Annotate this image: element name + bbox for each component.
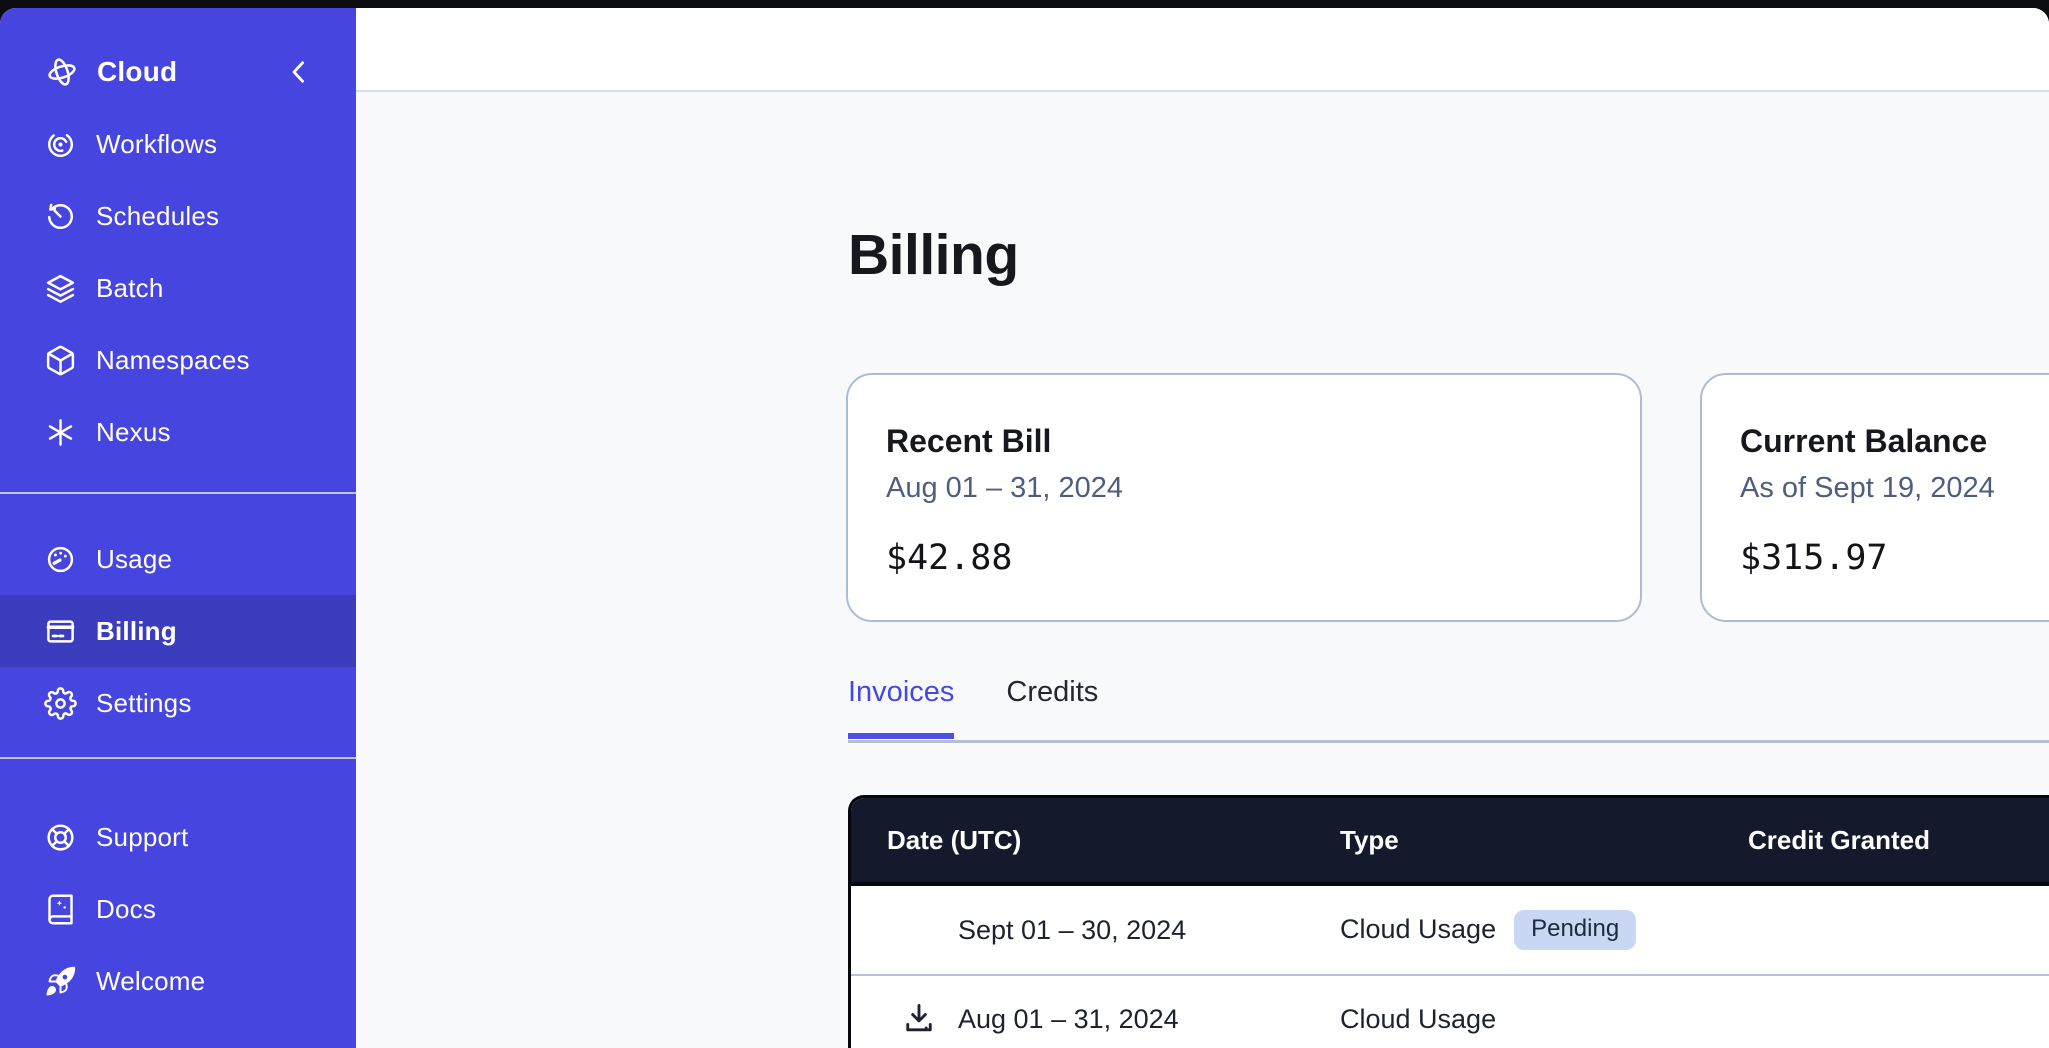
sidebar-item-label: Nexus bbox=[96, 417, 171, 448]
download-invoice-button[interactable] bbox=[900, 1000, 938, 1038]
main-area: Billing Recent Bill Aug 01 – 31, 2024 $4… bbox=[356, 8, 2049, 1048]
tabs-divider bbox=[848, 740, 2049, 743]
sidebar-item-workflows[interactable]: Workflows bbox=[0, 108, 356, 180]
status-badge: Pending bbox=[1514, 910, 1636, 950]
card-amount: $315.97 bbox=[1740, 538, 2049, 578]
welcome-rocket-icon bbox=[44, 965, 77, 998]
download-icon-placeholder bbox=[900, 911, 938, 949]
card-amount: $42.88 bbox=[886, 538, 1602, 578]
sidebar-item-label: Settings bbox=[96, 688, 192, 719]
current-balance-card: Current Balance As of Sept 19, 2024 $315… bbox=[1700, 373, 2049, 622]
sidebar-item-nexus[interactable]: Nexus bbox=[0, 396, 356, 468]
chevron-left-icon bbox=[282, 55, 316, 89]
invoice-date: Sept 01 – 30, 2024 bbox=[958, 915, 1186, 946]
card-title: Current Balance bbox=[1740, 423, 2049, 460]
sidebar-item-label: Docs bbox=[96, 894, 156, 925]
billing-tabs: Invoices Credits bbox=[848, 676, 1098, 739]
sidebar-item-label: Support bbox=[96, 822, 188, 853]
page-title: Billing bbox=[848, 222, 1019, 288]
invoice-type-cell: Cloud Usage bbox=[1340, 1004, 1748, 1035]
temporal-orbit-icon bbox=[44, 54, 80, 90]
namespaces-cube-icon bbox=[44, 344, 77, 377]
invoice-date-cell: Sept 01 – 30, 2024 bbox=[851, 911, 1340, 949]
sidebar: Cloud Workflows bbox=[0, 8, 356, 1048]
sidebar-item-label: Namespaces bbox=[96, 345, 250, 376]
sidebar-item-usage[interactable]: Usage bbox=[0, 523, 356, 595]
invoice-type: Cloud Usage bbox=[1340, 1004, 1496, 1035]
sidebar-item-label: Billing bbox=[96, 616, 177, 647]
invoice-date-cell: Aug 01 – 31, 2024 bbox=[851, 1000, 1340, 1038]
invoice-date: Aug 01 – 31, 2024 bbox=[958, 1004, 1179, 1035]
card-title: Recent Bill bbox=[886, 423, 1602, 460]
sidebar-collapse-button[interactable] bbox=[282, 55, 316, 89]
table-header-row: Date (UTC) Type Credit Granted bbox=[851, 798, 2049, 886]
docs-book-icon bbox=[44, 893, 77, 926]
usage-gauge-icon bbox=[44, 543, 77, 576]
column-header-credit-granted: Credit Granted bbox=[1748, 825, 2049, 856]
recent-bill-card: Recent Bill Aug 01 – 31, 2024 $42.88 bbox=[846, 373, 1642, 622]
sidebar-item-settings[interactable]: Settings bbox=[0, 667, 356, 739]
sidebar-item-label: Batch bbox=[96, 273, 164, 304]
sidebar-divider bbox=[0, 757, 356, 759]
settings-gear-icon bbox=[44, 687, 77, 720]
nexus-asterisk-icon bbox=[44, 416, 77, 449]
card-as-of-date: As of Sept 19, 2024 bbox=[1740, 472, 2049, 505]
sidebar-item-batch[interactable]: Batch bbox=[0, 252, 356, 324]
sidebar-title: Cloud bbox=[97, 56, 282, 88]
sidebar-item-label: Schedules bbox=[96, 201, 219, 232]
sidebar-item-welcome[interactable]: Welcome bbox=[0, 945, 356, 1017]
invoice-type-cell: Cloud Usage Pending bbox=[1340, 910, 1748, 950]
sidebar-item-label: Welcome bbox=[96, 966, 205, 997]
sidebar-item-namespaces[interactable]: Namespaces bbox=[0, 324, 356, 396]
sidebar-item-schedules[interactable]: Schedules bbox=[0, 180, 356, 252]
workflows-spiral-icon bbox=[44, 128, 77, 161]
column-header-type: Type bbox=[1340, 825, 1748, 856]
support-lifebuoy-icon bbox=[44, 821, 77, 854]
tab-invoices[interactable]: Invoices bbox=[848, 676, 954, 739]
billing-card-icon bbox=[44, 615, 77, 648]
top-bar bbox=[356, 8, 2049, 92]
app-window: Cloud Workflows bbox=[0, 8, 2049, 1048]
invoice-type: Cloud Usage bbox=[1340, 914, 1496, 945]
tab-credits[interactable]: Credits bbox=[1006, 676, 1098, 739]
sidebar-header: Cloud bbox=[0, 36, 356, 108]
column-header-date: Date (UTC) bbox=[851, 825, 1340, 856]
invoices-table: Date (UTC) Type Credit Granted Sept 01 –… bbox=[848, 795, 2049, 1048]
schedules-timer-icon bbox=[44, 200, 77, 233]
sidebar-divider bbox=[0, 492, 356, 494]
invoice-row: Sept 01 – 30, 2024 Cloud Usage Pending bbox=[851, 886, 2049, 974]
sidebar-item-docs[interactable]: Docs bbox=[0, 873, 356, 945]
sidebar-item-label: Workflows bbox=[96, 129, 217, 160]
sidebar-item-support[interactable]: Support bbox=[0, 801, 356, 873]
billing-page: Billing Recent Bill Aug 01 – 31, 2024 $4… bbox=[356, 92, 2049, 1048]
download-icon bbox=[900, 1000, 938, 1038]
batch-layers-icon bbox=[44, 272, 77, 305]
sidebar-item-label: Usage bbox=[96, 544, 172, 575]
invoice-row: Aug 01 – 31, 2024 Cloud Usage bbox=[851, 974, 2049, 1048]
sidebar-item-billing[interactable]: Billing bbox=[0, 595, 356, 667]
card-date-range: Aug 01 – 31, 2024 bbox=[886, 472, 1602, 505]
